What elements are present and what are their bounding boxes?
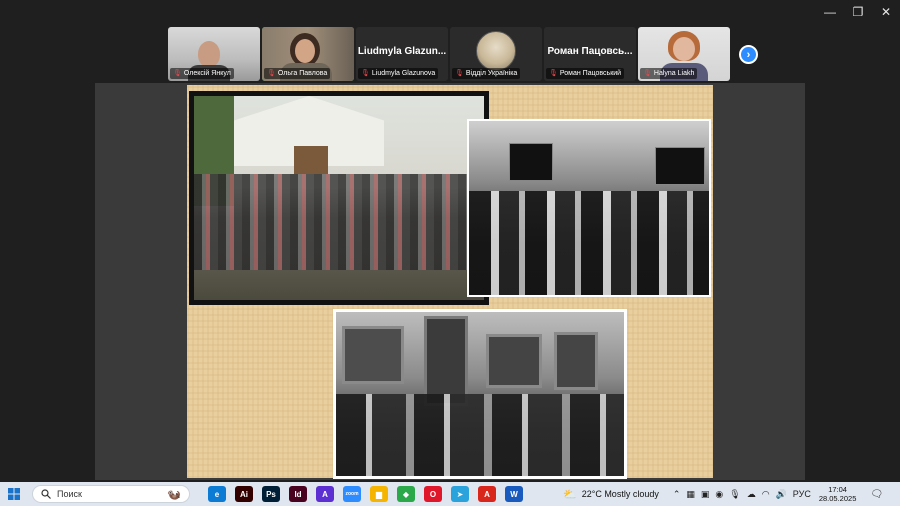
participant-strip: 🎙 Олексій Янкул 🎙 Ольга Павлова Liudmyla G…: [168, 27, 732, 81]
restore-button[interactable]: ❐: [844, 0, 872, 24]
windows-logo-icon: [8, 488, 20, 500]
mic-muted-icon: 🎙: [455, 70, 464, 77]
indesign-icon[interactable]: Id: [289, 486, 307, 502]
edge-icon[interactable]: e: [208, 486, 226, 502]
participant-tile[interactable]: 🎙 Halyna Liakh: [638, 27, 730, 81]
mic-icon[interactable]: 🎙: [729, 489, 740, 500]
participant-tile[interactable]: 🎙 Олексій Янкул: [168, 27, 260, 81]
group-photo-building: [189, 91, 489, 305]
camera-icon[interactable]: ▣: [701, 489, 710, 500]
shared-screen: [95, 83, 805, 480]
participant-tile[interactable]: Роман Пацовсь... 🎙 Роман Пацовський: [544, 27, 636, 81]
participant-nameplate: 🎙 Ольга Павлова: [264, 68, 331, 79]
explorer-icon[interactable]: ▆: [370, 486, 388, 502]
zoom-icon[interactable]: zoom: [343, 486, 361, 502]
participant-tile-active-speaker[interactable]: 🎙 Ольга Павлова: [262, 27, 354, 81]
participant-nameplate: 🎙 Liudmyla Glazunova: [358, 68, 439, 79]
volume-icon[interactable]: 🔊: [776, 489, 787, 500]
show-hidden-icons-icon[interactable]: ⌃: [673, 489, 681, 500]
mic-muted-icon: 🎙: [361, 70, 370, 77]
location-icon[interactable]: ◉: [715, 489, 723, 500]
search-placeholder: Поиск: [57, 489, 82, 499]
language-indicator[interactable]: РУС: [793, 489, 811, 499]
onedrive-icon[interactable]: ☁: [747, 489, 756, 500]
participant-nameplate: 🎙 Halyna Liakh: [640, 68, 698, 79]
group-photo-museum-entrance: [467, 119, 711, 297]
participant-nameplate: 🎙 Роман Пацовський: [546, 68, 625, 79]
participant-display-name: Роман Пацовсь...: [547, 46, 633, 57]
pinned-apps: e Ai Ps Id Azoom ▆ ◆ O ➤ A W: [208, 486, 523, 502]
notification-icon[interactable]: 🗨: [870, 489, 883, 500]
next-participants-button[interactable]: ›: [739, 45, 758, 64]
window-controls: — ❐ ✕: [816, 0, 900, 24]
group-photo-gallery: [333, 309, 627, 479]
presentation-slide: [187, 85, 713, 479]
search-icon: [41, 489, 51, 499]
acrobat-icon[interactable]: A: [478, 486, 496, 502]
search-highlight-icon: 🦦: [167, 488, 181, 501]
taskbar: Поиск 🦦 e Ai Ps Id Azoom ▆ ◆ O ➤ A W ⛅ 22°C Mostly…: [0, 482, 900, 506]
notes-icon[interactable]: ◆: [397, 486, 415, 502]
illustrator-icon[interactable]: Ai: [235, 486, 253, 502]
weather-icon: ⛅: [563, 488, 577, 501]
photoshop-icon[interactable]: Ps: [262, 486, 280, 502]
participant-tile[interactable]: Liudmyla Glazun... 🎙 Liudmyla Glazunova: [356, 27, 448, 81]
weather-text: 22°C Mostly cloudy: [581, 489, 659, 499]
word-icon[interactable]: W: [505, 486, 523, 502]
mic-muted-icon: 🎙: [267, 70, 276, 77]
taskbar-search-box[interactable]: Поиск 🦦: [32, 485, 190, 503]
mic-muted-icon: 🎙: [173, 70, 182, 77]
opera-icon[interactable]: O: [424, 486, 442, 502]
wifi-icon[interactable]: ◠: [762, 489, 770, 500]
mic-muted-icon: 🎙: [643, 70, 652, 77]
minimize-button[interactable]: —: [816, 0, 844, 24]
close-button[interactable]: ✕: [872, 0, 900, 24]
telegram-icon[interactable]: ➤: [451, 486, 469, 502]
weather-widget[interactable]: ⛅ 22°C Mostly cloudy: [563, 488, 659, 501]
arc-icon[interactable]: A: [316, 486, 334, 502]
participant-nameplate: 🎙 Відділ Україніка: [452, 68, 521, 79]
windows-start-button[interactable]: [0, 482, 28, 506]
participant-tile[interactable]: 🎙 Відділ Україніка: [450, 27, 542, 81]
clock[interactable]: 17:04 28.05.2025: [819, 485, 857, 503]
clock-date: 28.05.2025: [818, 494, 857, 503]
clock-time: 17:04: [828, 485, 847, 494]
participant-nameplate: 🎙 Олексій Янкул: [170, 68, 234, 79]
system-tray: ⌃ ▦ ▣ ◉ 🎙 ☁ ◠ 🔊 РУС: [673, 489, 811, 500]
mic-muted-icon: 🎙: [549, 70, 558, 77]
network-icon[interactable]: ▦: [686, 489, 695, 500]
participant-display-name: Liudmyla Glazun...: [357, 46, 447, 57]
